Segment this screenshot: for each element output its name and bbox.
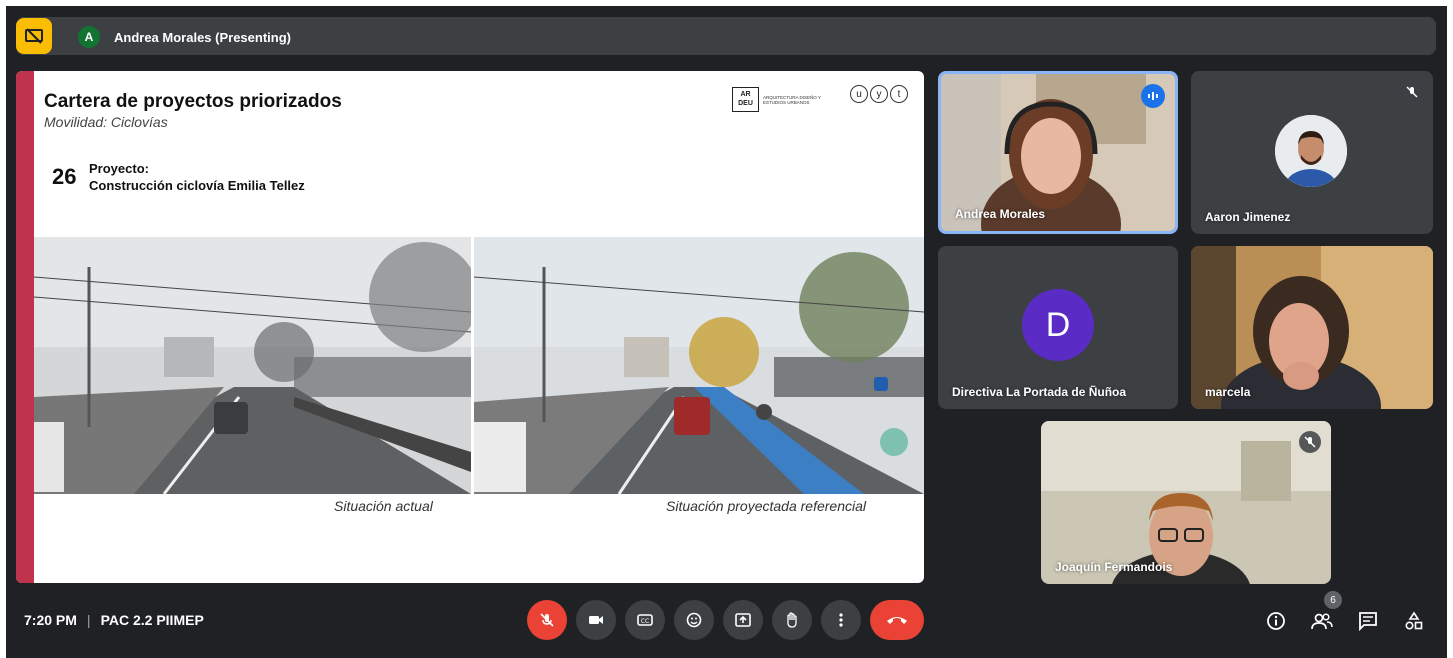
- avatar: [1275, 115, 1347, 187]
- meeting-info: 7:20 PM | PAC 2.2 PIIMEP: [24, 612, 204, 628]
- participant-name: marcela: [1205, 385, 1251, 399]
- present-off-icon: [25, 28, 43, 44]
- stop-presenting-button[interactable]: [16, 18, 52, 54]
- project-number: 26: [52, 164, 77, 189]
- present-now-button[interactable]: [723, 600, 763, 640]
- side-controls: [1261, 606, 1429, 636]
- caption-current-situation: Situación actual: [334, 498, 433, 514]
- participant-tile-joaquin[interactable]: Joaquín Fermandois: [1041, 421, 1331, 584]
- reactions-button[interactable]: [674, 600, 714, 640]
- participant-tile-directiva[interactable]: D Directiva La Portada de Ñuñoa: [938, 246, 1178, 409]
- closed-captions-icon: CC: [637, 614, 653, 626]
- project-label: Proyecto:: [89, 161, 149, 176]
- meeting-code: PAC 2.2 PIIMEP: [100, 612, 204, 628]
- call-controls: CC: [527, 600, 924, 640]
- camera-icon: [589, 616, 603, 624]
- participant-name: Aaron Jimenez: [1205, 210, 1291, 224]
- slide-title: Cartera de proyectos priorizados: [44, 91, 342, 112]
- uyt-logo-t: t: [890, 85, 908, 103]
- info-icon: [1267, 612, 1285, 630]
- captions-button[interactable]: CC: [625, 600, 665, 640]
- uyt-logo-y: y: [870, 85, 888, 103]
- microphone-toggle-button[interactable]: [527, 600, 567, 640]
- presenter-chip: A Andrea Morales (Presenting): [78, 26, 291, 48]
- activities-shapes-icon: [1405, 611, 1423, 630]
- uyt-logo-u: u: [850, 85, 868, 103]
- end-call-icon: [887, 617, 907, 624]
- meet-window: A Andrea Morales (Presenting) Cartera de…: [6, 6, 1447, 658]
- chat-button[interactable]: [1353, 606, 1383, 636]
- participant-name: Joaquín Fermandois: [1055, 560, 1173, 574]
- ardeu-logo-mark: AR DEU: [732, 87, 759, 112]
- ardeu-logo: AR DEU ARQUITECTURA DISEÑO Y ESTUDIOS UR…: [732, 87, 839, 112]
- speaking-indicator-icon: [1141, 84, 1165, 108]
- raise-hand-button[interactable]: [772, 600, 812, 640]
- participant-tile-marcela[interactable]: marcela: [1191, 246, 1433, 409]
- more-options-button[interactable]: [821, 600, 861, 640]
- photo-projected-situation: [474, 237, 924, 494]
- participant-tile-andrea[interactable]: Andrea Morales: [938, 71, 1178, 234]
- chat-icon: [1359, 612, 1377, 631]
- caption-projected-situation: Situación proyectada referencial: [666, 498, 867, 514]
- avatar: D: [1022, 289, 1094, 361]
- photo-current-situation: [34, 237, 471, 494]
- hand-icon: [787, 612, 797, 628]
- slide-accent-bar: [16, 71, 34, 583]
- participant-name: Andrea Morales: [955, 207, 1046, 221]
- leave-call-button[interactable]: [870, 600, 924, 640]
- separator: |: [86, 612, 91, 628]
- people-icon: [1311, 613, 1333, 630]
- emoji-icon: [686, 612, 702, 628]
- clock-time: 7:20 PM: [24, 612, 77, 628]
- more-vert-icon: [839, 613, 843, 627]
- mic-off-icon: [1401, 81, 1423, 103]
- meeting-details-button[interactable]: [1261, 606, 1291, 636]
- present-screen-icon: [735, 613, 751, 627]
- shared-slide: Cartera de proyectos priorizados Movilid…: [16, 71, 924, 583]
- uyt-logo: u y t: [850, 85, 908, 103]
- ardeu-logo-text: ARQUITECTURA DISEÑO Y ESTUDIOS URBANOS: [763, 94, 821, 105]
- activities-button[interactable]: [1399, 606, 1429, 636]
- participant-name: Directiva La Portada de Ñuñoa: [952, 385, 1127, 399]
- slide-subtitle: Movilidad: Ciclovías: [44, 114, 168, 130]
- people-button[interactable]: [1307, 606, 1337, 636]
- mic-off-icon: [1299, 431, 1321, 453]
- presenter-label: Andrea Morales (Presenting): [114, 29, 291, 45]
- participant-tile-aaron[interactable]: Aaron Jimenez: [1191, 71, 1433, 234]
- project-name: Construcción ciclovía Emilia Tellez: [89, 178, 305, 193]
- camera-toggle-button[interactable]: [576, 600, 616, 640]
- svg-text:CC: CC: [641, 618, 649, 625]
- presenter-avatar: A: [78, 26, 100, 48]
- mic-off-icon: [540, 613, 554, 627]
